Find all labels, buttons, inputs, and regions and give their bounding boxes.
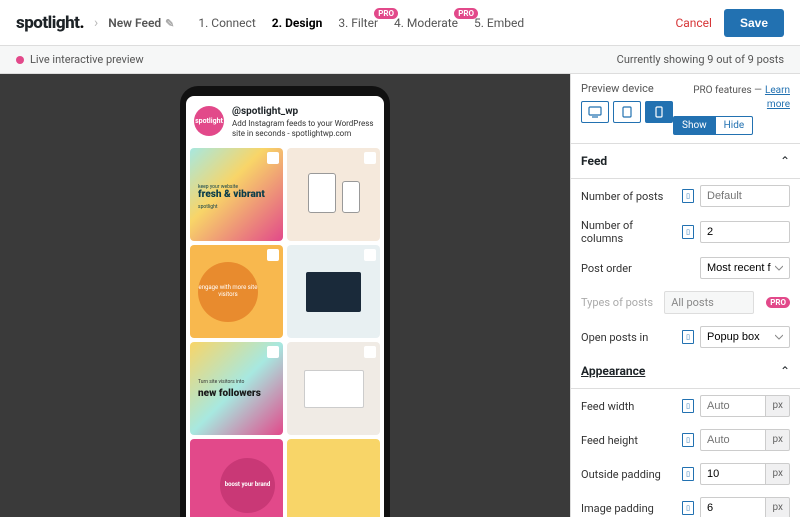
num-posts-input[interactable] [700, 185, 790, 207]
carousel-icon [267, 346, 279, 358]
num-posts-label: Number of posts [581, 190, 676, 203]
open-in-label: Open posts in [581, 331, 676, 344]
post-item[interactable] [287, 148, 380, 241]
post-order-label: Post order [581, 262, 694, 275]
profile-bio: Add Instagram feeds to your WordPress si… [232, 119, 376, 138]
num-cols-input[interactable] [700, 221, 790, 243]
device-desktop-button[interactable] [581, 101, 609, 123]
post-item[interactable] [287, 342, 380, 435]
post-item[interactable] [287, 439, 380, 517]
live-indicator-icon [16, 56, 24, 64]
device-mobile-button[interactable] [645, 101, 673, 123]
feed-name[interactable]: New Feed✎ [108, 16, 174, 30]
chevron-up-icon: ⌃ [780, 154, 790, 168]
post-item[interactable]: engage with more site visitors [190, 245, 283, 338]
num-cols-label: Number of columns [581, 219, 676, 245]
outside-padding-input[interactable] [700, 463, 766, 485]
unit-label: px [766, 463, 790, 485]
cancel-button[interactable]: Cancel [675, 16, 712, 30]
profile-header: spotlight @spotlight_wp Add Instagram fe… [186, 96, 384, 148]
pro-show-button[interactable]: Show [673, 116, 716, 135]
section-feed-header[interactable]: Feed ⌃ [571, 144, 800, 179]
feed-height-input[interactable] [700, 429, 766, 451]
types-label: Types of posts [581, 296, 658, 309]
carousel-icon [364, 249, 376, 261]
chevron-up-icon: ⌃ [780, 364, 790, 378]
mobile-icon[interactable]: ▯ [682, 467, 694, 481]
post-item[interactable]: Turn site visitors intonew followers [190, 342, 283, 435]
pro-badge: PRO [766, 297, 790, 308]
carousel-icon [267, 152, 279, 164]
save-button[interactable]: Save [724, 9, 784, 37]
preview-device-label: Preview device [581, 82, 673, 95]
post-item[interactable]: keep your websitefresh & vibrantspotligh… [190, 148, 283, 241]
status-bar: Live interactive preview Currently showi… [0, 46, 800, 74]
device-tablet-button[interactable] [613, 101, 641, 123]
outside-padding-label: Outside padding [581, 468, 676, 481]
mobile-icon[interactable]: ▯ [682, 189, 694, 203]
post-item[interactable]: boost your brand [190, 439, 283, 517]
mobile-icon[interactable]: ▯ [682, 330, 694, 344]
post-count-label: Currently showing 9 out of 9 posts [617, 53, 784, 66]
post-order-select[interactable]: Most recent first [700, 257, 790, 279]
step-filter[interactable]: 3. FilterPRO [338, 16, 378, 30]
mobile-icon[interactable]: ▯ [682, 399, 694, 413]
live-preview-label: Live interactive preview [30, 53, 144, 66]
image-padding-input[interactable] [700, 497, 766, 517]
feed-height-label: Feed height [581, 434, 676, 447]
pro-features-label: PRO features — [693, 85, 762, 96]
types-value: All posts [664, 291, 754, 314]
feed-width-input[interactable] [700, 395, 766, 417]
open-in-select[interactable]: Popup box [700, 326, 790, 348]
step-design[interactable]: 2. Design [272, 16, 323, 30]
top-bar: spotlight. › New Feed✎ 1. Connect 2. Des… [0, 0, 800, 46]
post-item[interactable] [287, 245, 380, 338]
feed-grid: keep your websitefresh & vibrantspotligh… [186, 148, 384, 517]
unit-label: px [766, 429, 790, 451]
profile-handle: @spotlight_wp [232, 106, 376, 117]
carousel-icon [364, 346, 376, 358]
carousel-icon [364, 152, 376, 164]
step-connect[interactable]: 1. Connect [198, 16, 255, 30]
settings-sidebar: Preview device PRO features — Learn more… [570, 74, 800, 517]
logo: spotlight. [16, 13, 84, 33]
chevron-right-icon: › [94, 15, 98, 31]
section-appearance-header[interactable]: Appearance ⌃ [571, 354, 800, 389]
carousel-icon [267, 249, 279, 261]
wizard-steps: 1. Connect 2. Design 3. FilterPRO 4. Mod… [190, 16, 532, 30]
step-moderate[interactable]: 4. ModeratePRO [394, 16, 458, 30]
mobile-icon[interactable]: ▯ [682, 433, 694, 447]
mobile-icon[interactable]: ▯ [682, 225, 694, 239]
unit-label: px [766, 395, 790, 417]
edit-icon[interactable]: ✎ [165, 17, 174, 30]
pro-hide-button[interactable]: Hide [716, 116, 754, 135]
phone-mockup: spotlight @spotlight_wp Add Instagram fe… [180, 86, 390, 517]
step-embed[interactable]: 5. Embed [474, 16, 524, 30]
image-padding-label: Image padding [581, 502, 676, 515]
unit-label: px [766, 497, 790, 517]
learn-more-link[interactable]: Learn more [765, 85, 790, 110]
preview-area: spotlight @spotlight_wp Add Instagram fe… [0, 74, 570, 517]
mobile-icon[interactable]: ▯ [682, 501, 694, 515]
avatar: spotlight [194, 106, 224, 136]
feed-width-label: Feed width [581, 400, 676, 413]
